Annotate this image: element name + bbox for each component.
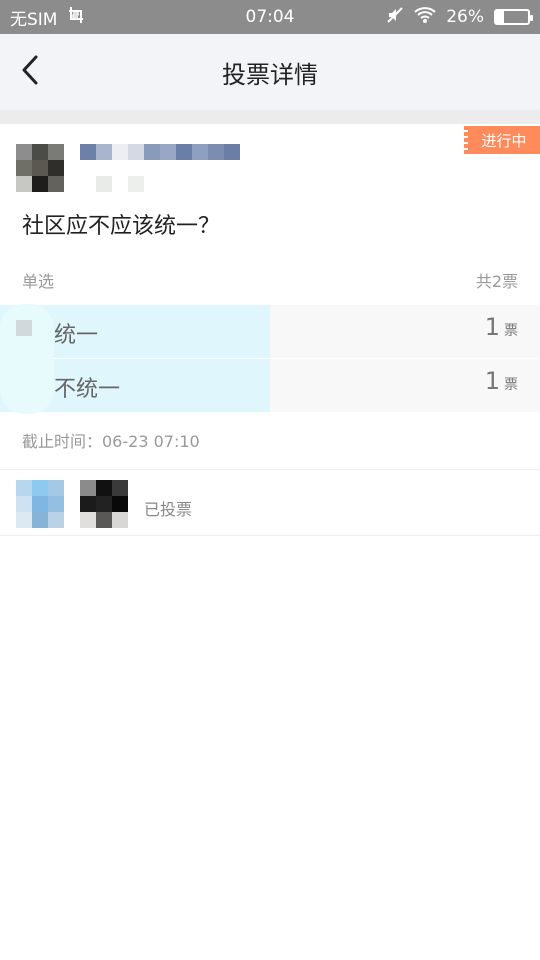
voter-avatar[interactable] bbox=[80, 480, 128, 528]
status-badge: 进行中 bbox=[464, 126, 540, 154]
option-progress bbox=[0, 359, 270, 412]
option-count-unit: 票 bbox=[504, 377, 518, 393]
option-count-number: 1 bbox=[484, 313, 500, 341]
back-button[interactable] bbox=[10, 52, 50, 92]
divider bbox=[0, 535, 540, 536]
vote-type: 单选 bbox=[22, 272, 55, 291]
option-count: 1 票 bbox=[485, 367, 518, 395]
carrier-label: 无SIM bbox=[10, 9, 58, 30]
option-count-unit: 票 bbox=[504, 323, 518, 339]
battery-percent: 26% bbox=[446, 7, 484, 27]
author-meta-blurred bbox=[96, 176, 144, 192]
option-count: 1 票 bbox=[485, 313, 518, 341]
option-label: 统一 bbox=[54, 323, 99, 348]
selected-check-icon bbox=[16, 320, 32, 336]
wifi-icon bbox=[414, 6, 436, 29]
vote-card: 进行中 社区应不应该统一？ 单选 共2票 统一 1 票 不统一 1 票 截止时间… bbox=[0, 124, 540, 536]
author-name-blurred bbox=[80, 144, 240, 160]
option-count-number: 1 bbox=[484, 367, 500, 395]
battery-fill bbox=[496, 11, 505, 23]
author-avatar[interactable] bbox=[16, 144, 64, 192]
status-bar: 无SIM 07:04 26% bbox=[0, 0, 540, 34]
voters-row[interactable]: 已投票 bbox=[0, 470, 540, 536]
chevron-left-icon bbox=[21, 55, 39, 89]
voter-avatar[interactable] bbox=[16, 480, 64, 528]
voters-label: 已投票 bbox=[144, 500, 193, 519]
option-label: 不统一 bbox=[54, 377, 121, 402]
vote-question: 社区应不应该统一？ bbox=[22, 214, 221, 239]
header: 投票详情 bbox=[0, 34, 540, 110]
vote-deadline: 截止时间：06-23 07:10 bbox=[22, 432, 200, 451]
page-title: 投票详情 bbox=[222, 60, 318, 89]
option-progress bbox=[0, 305, 270, 358]
screenshot-icon bbox=[67, 5, 87, 30]
mute-icon bbox=[386, 6, 404, 29]
vote-meta-row: 单选 共2票 bbox=[22, 268, 518, 292]
vote-options: 统一 1 票 不统一 1 票 bbox=[0, 304, 540, 412]
vote-total: 共2票 bbox=[475, 272, 518, 291]
section-gap bbox=[0, 110, 540, 124]
status-left: 无SIM bbox=[10, 5, 87, 30]
status-right: 26% bbox=[386, 6, 533, 29]
vote-option[interactable]: 统一 1 票 bbox=[0, 304, 540, 358]
battery-icon bbox=[494, 9, 533, 25]
vote-option[interactable]: 不统一 1 票 bbox=[0, 358, 540, 412]
